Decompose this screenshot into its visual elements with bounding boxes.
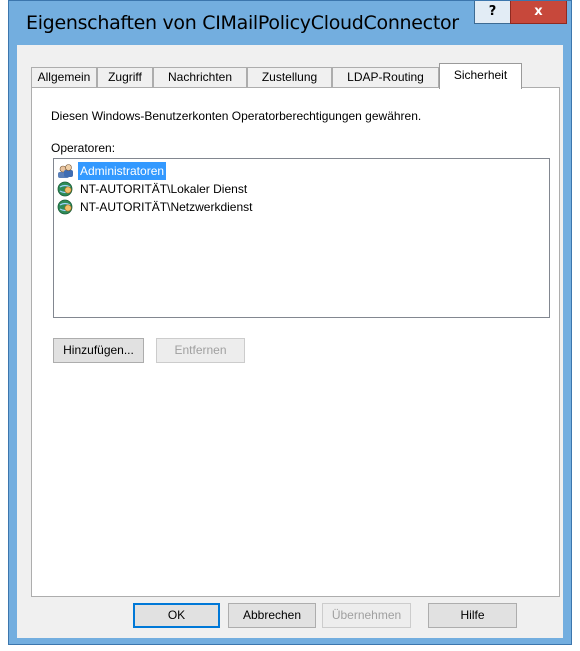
- dialog-client-area: Allgemein Zugriff Nachrichten Zustellung…: [17, 45, 563, 638]
- cancel-button[interactable]: Abbrechen: [228, 603, 316, 628]
- window-title: Eigenschaften von CIMailPolicyCloudConne…: [26, 12, 459, 34]
- operator-name: NT-AUTORITÄT\Lokaler Dienst: [80, 182, 248, 196]
- tab-ldap-routing[interactable]: LDAP-Routing: [332, 67, 439, 88]
- apply-button[interactable]: Übernehmen: [322, 603, 411, 628]
- title-bar[interactable]: Eigenschaften von CIMailPolicyCloudConne…: [9, 1, 571, 45]
- security-tab-panel: Diesen Windows-Benutzerkonten Operatorbe…: [31, 87, 560, 597]
- help-button[interactable]: Hilfe: [428, 603, 517, 628]
- users-group-icon: [58, 164, 73, 178]
- remove-operator-button[interactable]: Entfernen: [156, 338, 245, 363]
- globe-user-icon: [57, 181, 73, 197]
- tab-zugriff[interactable]: Zugriff: [97, 67, 153, 88]
- close-button[interactable]: x: [510, 1, 567, 24]
- operator-description: Diesen Windows-Benutzerkonten Operatorbe…: [51, 109, 422, 123]
- operator-name: Administratoren: [78, 162, 167, 180]
- add-operator-button[interactable]: Hinzufügen...: [53, 338, 144, 363]
- tab-zustellung[interactable]: Zustellung: [247, 67, 332, 88]
- ok-button[interactable]: OK: [133, 603, 220, 628]
- operator-name: NT-AUTORITÄT\Netzwerkdienst: [80, 200, 253, 214]
- tab-strip: Allgemein Zugriff Nachrichten Zustellung…: [31, 63, 561, 89]
- operators-listbox[interactable]: Administratoren NT-AUTORITÄT\Lokaler Die…: [53, 158, 550, 318]
- tab-sicherheit[interactable]: Sicherheit: [439, 63, 522, 89]
- properties-dialog: Eigenschaften von CIMailPolicyCloudConne…: [8, 0, 572, 645]
- tab-allgemein[interactable]: Allgemein: [31, 67, 97, 88]
- globe-user-icon: [57, 199, 73, 215]
- operators-label: Operatoren:: [51, 141, 116, 155]
- help-title-button[interactable]: ?: [474, 1, 511, 24]
- tab-nachrichten[interactable]: Nachrichten: [153, 67, 247, 88]
